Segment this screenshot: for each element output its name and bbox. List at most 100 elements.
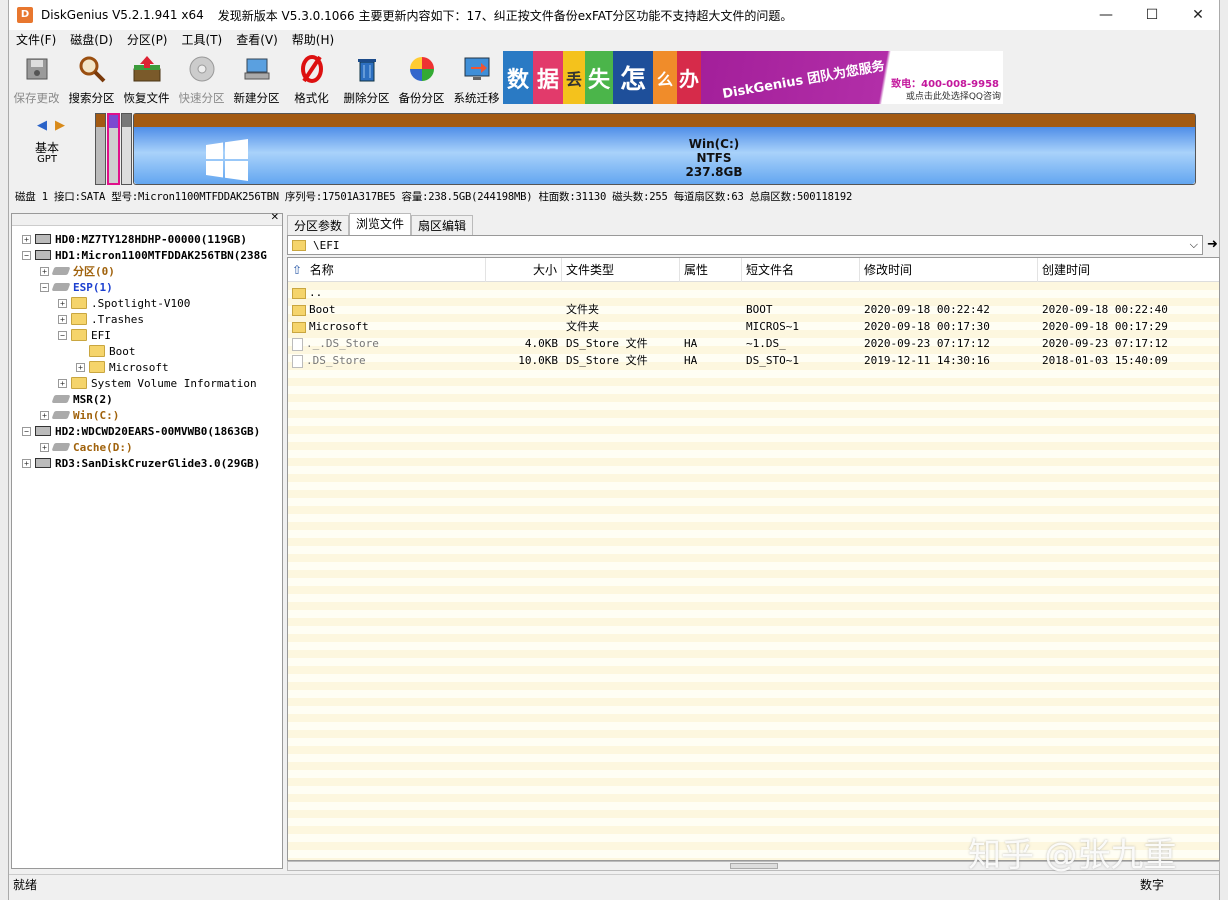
system-migrate-button[interactable]: 系统迁移: [449, 50, 504, 106]
file-cell-short: DS_STO~1: [746, 354, 799, 367]
tree-item[interactable]: + RD3:SanDiskCruzerGlide3.0(29GB): [22, 455, 260, 471]
file-cell-short: MICROS~1: [746, 320, 799, 333]
format-label: 格式化: [294, 91, 329, 105]
collapse-icon[interactable]: −: [22, 426, 31, 436]
prev-disk-icon[interactable]: ◀: [37, 118, 55, 133]
tab-strip: 分区参数 浏览文件 扇区编辑: [287, 213, 474, 235]
update-notice[interactable]: 发现新版本 V5.3.0.1066 主要更新内容如下：17、纠正按文件备份exF…: [218, 7, 793, 24]
column-attr[interactable]: 属性: [680, 258, 742, 282]
search-icon: [77, 54, 107, 84]
scrollbar-thumb[interactable]: [730, 863, 778, 869]
expand-icon[interactable]: +: [76, 362, 85, 372]
tree-item[interactable]: + .Trashes: [58, 311, 144, 327]
path-bar[interactable]: \EFI ⌵: [287, 235, 1203, 255]
column-mtime[interactable]: 修改时间: [860, 258, 1038, 282]
tree-item[interactable]: Boot: [76, 343, 136, 359]
collapse-icon[interactable]: −: [40, 282, 49, 292]
tab-sector-edit[interactable]: 扇区编辑: [411, 215, 474, 235]
file-name-text: ..: [309, 286, 323, 299]
watermark: 知乎 @张九重: [968, 835, 1177, 874]
expand-icon[interactable]: +: [58, 298, 67, 308]
menu-disk[interactable]: 磁盘(D): [63, 30, 120, 50]
hard-disk-icon: [35, 250, 51, 260]
file-row[interactable]: ._.DS_Store 4.0KB DS_Store 文件 HA ~1.DS_ 2020-…: [288, 335, 1219, 352]
tab-browse-files[interactable]: 浏览文件: [349, 213, 412, 235]
collapse-icon[interactable]: −: [22, 250, 31, 260]
partition-icon: [51, 443, 71, 451]
expand-icon[interactable]: +: [22, 458, 31, 468]
tree-item-label: RD3:SanDiskCruzerGlide3.0(29GB): [55, 456, 261, 470]
tab-partition-params[interactable]: 分区参数: [287, 215, 350, 235]
disk-type-label: 基本 GPT: [35, 142, 59, 166]
expand-icon[interactable]: +: [40, 442, 49, 452]
column-ctime[interactable]: 创建时间: [1038, 258, 1219, 282]
column-size[interactable]: 大小: [486, 258, 562, 282]
file-row[interactable]: Microsoft 文件夹 MICROS~1 2020-09-18 00:17:30 2…: [288, 318, 1219, 335]
tree-item[interactable]: + Cache(D:): [40, 439, 133, 455]
delete-icon: [352, 54, 382, 84]
search-partition-button[interactable]: 搜索分区: [64, 50, 119, 106]
go-arrow-icon[interactable]: ➜: [1207, 237, 1218, 252]
close-button[interactable]: ✕: [1175, 0, 1221, 30]
tree-item-label: 分区(0): [73, 265, 115, 278]
tree-item[interactable]: MSR(2): [40, 391, 113, 407]
delete-partition-button[interactable]: 删除分区: [339, 50, 394, 106]
minimize-button[interactable]: —: [1083, 0, 1129, 30]
expand-icon[interactable]: +: [22, 234, 31, 244]
tree-item[interactable]: + .Spotlight-V100: [58, 295, 190, 311]
partition-block-esp[interactable]: [107, 113, 120, 185]
tree-item[interactable]: − EFI: [58, 327, 111, 343]
new-partition-button[interactable]: 新建分区: [229, 50, 284, 106]
menu-view[interactable]: 查看(V): [229, 30, 285, 50]
quick-partition-button[interactable]: 快速分区: [174, 50, 229, 106]
expand-icon[interactable]: +: [40, 266, 49, 276]
tree-item[interactable]: + Win(C:): [40, 407, 119, 423]
file-cell-mtime: 2020-09-18 00:22:42: [864, 303, 990, 316]
tree-item[interactable]: + 分区(0): [40, 263, 115, 279]
file-row[interactable]: .DS_Store 10.0KB DS_Store 文件 HA DS_STO~1 2019…: [288, 352, 1219, 369]
file-cell-size: [486, 284, 558, 301]
column-type[interactable]: 文件类型: [562, 258, 680, 282]
file-cell-type: DS_Store 文件: [566, 337, 648, 350]
file-row[interactable]: Boot 文件夹 BOOT 2020-09-18 00:22:42 2020-09-18…: [288, 301, 1219, 318]
menu-bar: 文件(F) 磁盘(D) 分区(P) 工具(T) 查看(V) 帮助(H): [9, 30, 1219, 50]
promo-banner[interactable]: 数 据 丢 失 怎 么 办 DiskGenius 团队为您服务 致电：400-0…: [503, 51, 1003, 104]
column-name[interactable]: ⇧ 名称: [288, 258, 486, 282]
partition-icon: [51, 395, 71, 403]
expand-icon[interactable]: +: [40, 410, 49, 420]
format-button[interactable]: 格式化: [284, 50, 339, 106]
chevron-down-icon[interactable]: ⌵: [1190, 238, 1198, 252]
menu-file[interactable]: 文件(F): [9, 30, 63, 50]
tree-item[interactable]: − HD2:WDCWD20EARS-00MVWB0(1863GB): [22, 423, 260, 439]
partition-block-unallocated[interactable]: [95, 113, 106, 185]
save-changes-button[interactable]: 保存更改: [9, 50, 64, 106]
tree-item[interactable]: + HD0:MZ7TY128HDHP-00000(119GB): [22, 231, 247, 247]
banner-qq-link[interactable]: 或点击此处选择QQ咨询: [906, 89, 1001, 102]
column-short-name[interactable]: 短文件名: [742, 258, 860, 282]
tree-item[interactable]: − HD1:Micron1100MTFDDAK256TBN(238G: [22, 247, 267, 263]
file-row[interactable]: ..: [288, 284, 1219, 301]
menu-help[interactable]: 帮助(H): [285, 30, 341, 50]
recover-files-button[interactable]: 恢复文件: [119, 50, 174, 106]
save-changes-label: 保存更改: [13, 91, 60, 105]
file-icon: [292, 354, 303, 368]
next-disk-icon[interactable]: ▶: [55, 118, 73, 133]
expand-icon[interactable]: +: [58, 378, 67, 388]
collapse-icon[interactable]: −: [58, 330, 67, 340]
maximize-button[interactable]: ☐: [1129, 0, 1175, 30]
tree-item[interactable]: − ESP(1): [40, 279, 113, 295]
close-panel-icon[interactable]: ✕: [271, 212, 279, 223]
disk-nav-arrows[interactable]: ◀▶: [37, 118, 73, 133]
banner-char-6: 么: [653, 51, 677, 104]
file-cell-ctime: 2018-01-03 15:40:09: [1042, 354, 1168, 367]
tree-item[interactable]: + Microsoft: [76, 359, 169, 375]
partition-label: Win(C:) NTFS 237.8GB: [634, 137, 794, 179]
partition-block-msr[interactable]: [121, 113, 132, 185]
menu-partition[interactable]: 分区(P): [120, 30, 175, 50]
partition-block-win-c[interactable]: Win(C:) NTFS 237.8GB: [133, 113, 1196, 185]
menu-tools[interactable]: 工具(T): [175, 30, 230, 50]
search-partition-label: 搜索分区: [68, 91, 115, 105]
expand-icon[interactable]: +: [58, 314, 67, 324]
backup-partition-button[interactable]: 备份分区: [394, 50, 449, 106]
tree-item[interactable]: + System Volume Information: [58, 375, 257, 391]
